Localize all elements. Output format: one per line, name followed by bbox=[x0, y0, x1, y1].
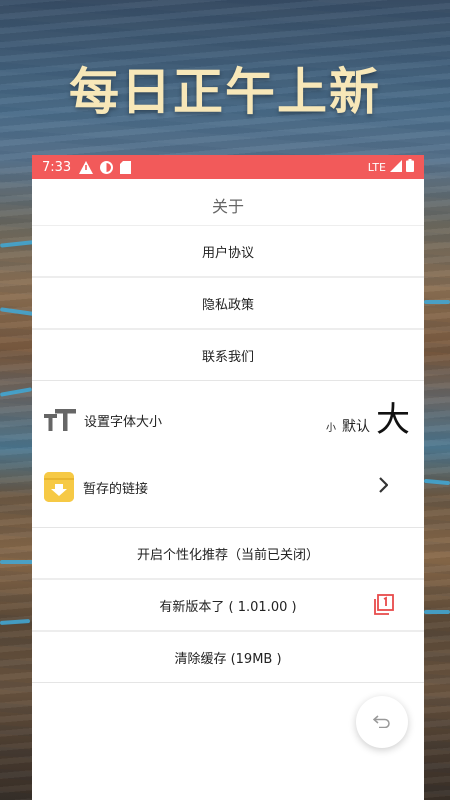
chevron-right-icon bbox=[378, 477, 389, 497]
status-right-group: LTE bbox=[368, 159, 414, 175]
saved-links-item[interactable]: 暂存的链接 bbox=[32, 459, 424, 515]
network-type: LTE bbox=[367, 160, 386, 174]
personalized-recommend-item[interactable]: 开启个性化推荐（当前已关闭） bbox=[32, 528, 424, 578]
page-title: 关于 bbox=[211, 197, 244, 216]
status-time: 7:33 bbox=[42, 159, 72, 175]
river-decoration bbox=[424, 610, 450, 614]
user-agreement-item[interactable]: 用户协议 bbox=[32, 225, 424, 276]
privacy-policy-label: 隐私政策 bbox=[201, 297, 254, 313]
divider bbox=[32, 682, 424, 683]
privacy-policy-item[interactable]: 隐私政策 bbox=[32, 278, 424, 328]
font-size-small[interactable]: 小 bbox=[326, 419, 336, 434]
copy-badge-icon bbox=[372, 594, 394, 620]
font-size-default[interactable]: 默认 bbox=[342, 416, 370, 436]
saved-links-label: 暂存的链接 bbox=[83, 481, 149, 497]
promo-banner-title: 每日正午上新 bbox=[69, 63, 381, 121]
new-version-item[interactable]: 有新版本了 ( 1.01.00 ) bbox=[32, 580, 424, 630]
app-notification-icon bbox=[100, 160, 114, 174]
warning-icon bbox=[79, 160, 94, 174]
status-bar: 7:33 LTE bbox=[32, 155, 424, 179]
font-size-setting: 设置字体大小 小 默认 大 bbox=[32, 381, 424, 459]
new-version-label: 有新版本了 ( 1.01.00 ) bbox=[159, 599, 297, 615]
user-agreement-label: 用户协议 bbox=[201, 245, 254, 261]
archive-box-icon bbox=[44, 472, 74, 502]
clear-cache-label: 清除缓存 (19MB ) bbox=[174, 651, 282, 667]
river-decoration bbox=[424, 300, 450, 304]
clear-cache-item[interactable]: 清除缓存 (19MB ) bbox=[32, 632, 424, 682]
font-size-options: 小 默认 大 bbox=[326, 403, 410, 437]
font-size-label: 设置字体大小 bbox=[84, 414, 163, 430]
battery-icon bbox=[406, 159, 414, 175]
back-fab-button[interactable] bbox=[356, 696, 408, 748]
sd-card-icon bbox=[120, 160, 132, 174]
contact-us-label: 联系我们 bbox=[201, 349, 254, 365]
signal-icon bbox=[390, 159, 402, 175]
phone-screen: 7:33 LTE 关于 用户协议 隐私政策 联系我们 设置字体大小 小 默认 大… bbox=[32, 155, 424, 800]
back-arrow-icon bbox=[372, 713, 391, 732]
contact-us-item[interactable]: 联系我们 bbox=[32, 330, 424, 380]
personalized-recommend-label: 开启个性化推荐（当前已关闭） bbox=[136, 547, 319, 563]
text-size-icon bbox=[44, 407, 76, 433]
font-size-large[interactable]: 大 bbox=[376, 403, 410, 437]
river-decoration bbox=[0, 560, 34, 564]
